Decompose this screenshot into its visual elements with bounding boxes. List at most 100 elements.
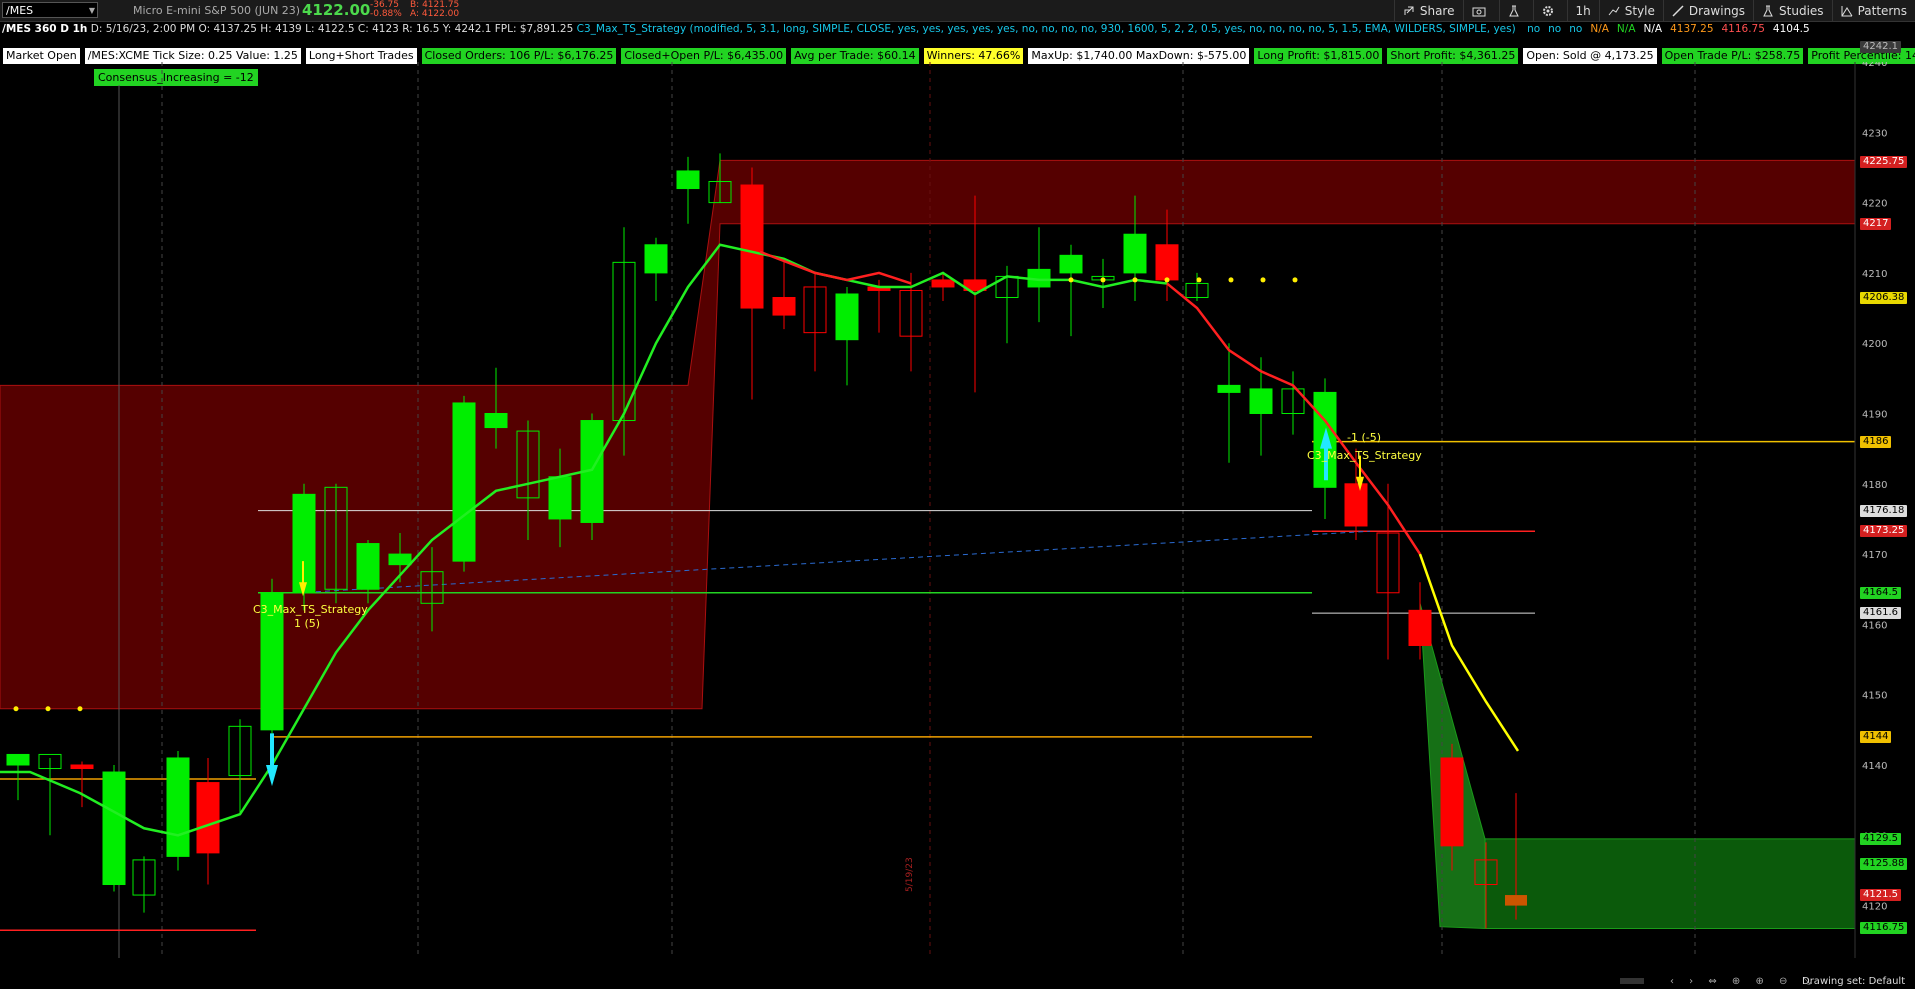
candle-body <box>644 244 668 274</box>
settings-button[interactable] <box>1532 0 1567 21</box>
price-tag: 4217 <box>1860 217 1892 230</box>
candle-body <box>70 764 94 770</box>
chart-tools: Share 1h Style Drawings Studies Patterns <box>1393 0 1915 21</box>
candle-body <box>484 413 508 429</box>
percent-change-value: -0.88% <box>370 9 402 19</box>
snapshot-button[interactable] <box>1462 0 1499 21</box>
candle-body <box>356 543 380 590</box>
price-tag: 4129.5 <box>1860 832 1901 845</box>
study-value: N/A <box>1643 23 1663 35</box>
price-tag: 4121.5 <box>1860 889 1901 902</box>
price-tag: 4206.38 <box>1860 292 1908 305</box>
candle-body <box>1155 244 1179 281</box>
signal-dot <box>1132 277 1138 283</box>
zoom-controls[interactable]: ‹ › ⇔ ⊕ ⊕ ⊖ ⤡ <box>1670 976 1817 987</box>
candle-body <box>102 771 126 886</box>
price-tick-label: 4140 <box>1862 761 1887 772</box>
price-tick-label: 4220 <box>1862 199 1887 210</box>
style-button[interactable]: Style <box>1598 0 1663 21</box>
style-label: Style <box>1624 3 1655 18</box>
study-value: no <box>1527 23 1541 35</box>
price-tick-label: 4150 <box>1862 691 1887 702</box>
candle-body <box>740 184 764 309</box>
bar-low: L: 4122.5 <box>305 23 355 35</box>
candle-body <box>388 553 412 566</box>
candle-body <box>1059 254 1083 274</box>
share-button[interactable]: Share <box>1393 0 1463 21</box>
top-toolbar: /MES ▼ Micro E-mini S&P 500 (JUN 23) 4122… <box>0 0 1915 22</box>
candle-body <box>1344 483 1368 527</box>
bar-open: O: 4137.25 <box>198 23 257 35</box>
price-tick-label: 4120 <box>1862 902 1887 913</box>
share-label: Share <box>1419 3 1455 18</box>
price-tag: 4125.88 <box>1860 858 1908 871</box>
price-tick-label: 4190 <box>1862 410 1887 421</box>
instrument-description: Micro E-mini S&P 500 (JUN 23) <box>133 4 301 17</box>
price-tick-label: 4240 <box>1862 62 1887 69</box>
symbol-text: /MES <box>6 4 34 17</box>
signal-dot <box>1292 277 1298 283</box>
price-tag: 4164.5 <box>1860 586 1901 599</box>
price-chart[interactable]: 4240 4230 4220 4210 4200 4190 4180 4170 4160 4150… <box>0 62 1915 958</box>
line-style-icon <box>1608 6 1620 15</box>
price-tick-label: 4170 <box>1862 550 1887 561</box>
studies-label: Studies <box>1779 3 1824 18</box>
bar-y: Y: 4242.1 <box>442 23 492 35</box>
bar-range: R: 16.5 <box>402 23 440 35</box>
candle-body <box>1408 609 1432 646</box>
study-value: 4137.25 <box>1670 23 1714 35</box>
chart-title: /MES 360 D 1h <box>2 23 88 35</box>
date-marker-label: 5/19/23 <box>905 856 915 892</box>
price-tag: 4242.1 <box>1860 41 1901 54</box>
candle-body <box>1505 895 1527 906</box>
exit-strategy-label: C3_Max_TS_Strategy <box>1307 448 1422 462</box>
price-tag: 4144 <box>1860 730 1892 743</box>
signal-dot <box>1228 277 1234 283</box>
ask-value: A: 4122.00 <box>410 9 460 19</box>
candle-body <box>772 297 796 316</box>
timeframe-button[interactable]: 1h <box>1566 0 1599 21</box>
study-value: N/A <box>1590 23 1609 35</box>
signal-dot <box>1164 277 1170 283</box>
support-zone <box>1484 838 1856 929</box>
candle-body <box>931 279 955 288</box>
fpl-value: FPL: $7,891.25 <box>494 23 574 35</box>
studies-button[interactable]: Studies <box>1753 0 1832 21</box>
candle-body <box>835 293 859 341</box>
strategy-study-label[interactable]: C3_Max_TS_Strategy (modified, 5, 3.1, lo… <box>577 23 1516 35</box>
scroll-thumb[interactable] <box>1620 978 1644 984</box>
price-tick-label: 4200 <box>1862 339 1887 350</box>
candle-body <box>452 402 476 562</box>
candle-body <box>166 757 190 857</box>
signal-dot <box>1100 277 1106 283</box>
chevron-down-icon[interactable]: ▼ <box>89 3 95 19</box>
signal-dot <box>77 706 83 712</box>
price-tag: 4161.6 <box>1860 607 1901 620</box>
price-tag: 4186 <box>1860 435 1892 448</box>
flask-icon <box>1508 5 1519 16</box>
chart-info-line: /MES 360 D 1h D: 5/16/23, 2:00 PM O: 413… <box>0 22 1860 36</box>
price-tag: 4116.75 <box>1860 922 1908 935</box>
symbol-selector[interactable]: /MES ▼ <box>2 2 98 18</box>
flask-button[interactable] <box>1498 0 1533 21</box>
price-tick-label: 4160 <box>1862 620 1887 631</box>
entry-strategy-label: C3_Max_TS_Strategy <box>253 603 368 617</box>
signal-dot <box>1196 277 1202 283</box>
study-value: N/A <box>1616 23 1636 35</box>
patterns-button[interactable]: Patterns <box>1831 0 1915 21</box>
gear-icon <box>1542 5 1553 16</box>
share-icon <box>1404 6 1414 15</box>
drawings-button[interactable]: Drawings <box>1662 0 1753 21</box>
price-tick-label: 4230 <box>1862 128 1887 139</box>
candle-body <box>1217 384 1241 393</box>
candle-body <box>1123 233 1147 274</box>
bid-ask: B: 4121.75 A: 4122.00 <box>410 1 459 19</box>
patterns-label: Patterns <box>1857 3 1907 18</box>
signal-dot <box>1068 277 1074 283</box>
pencil-icon <box>1672 4 1684 17</box>
signal-dot <box>13 706 19 712</box>
study-value: no <box>1548 23 1562 35</box>
entry-qty-label: 1 (5) <box>294 617 321 631</box>
bar-close: C: 4123 <box>357 23 399 35</box>
signal-dot <box>45 706 51 712</box>
